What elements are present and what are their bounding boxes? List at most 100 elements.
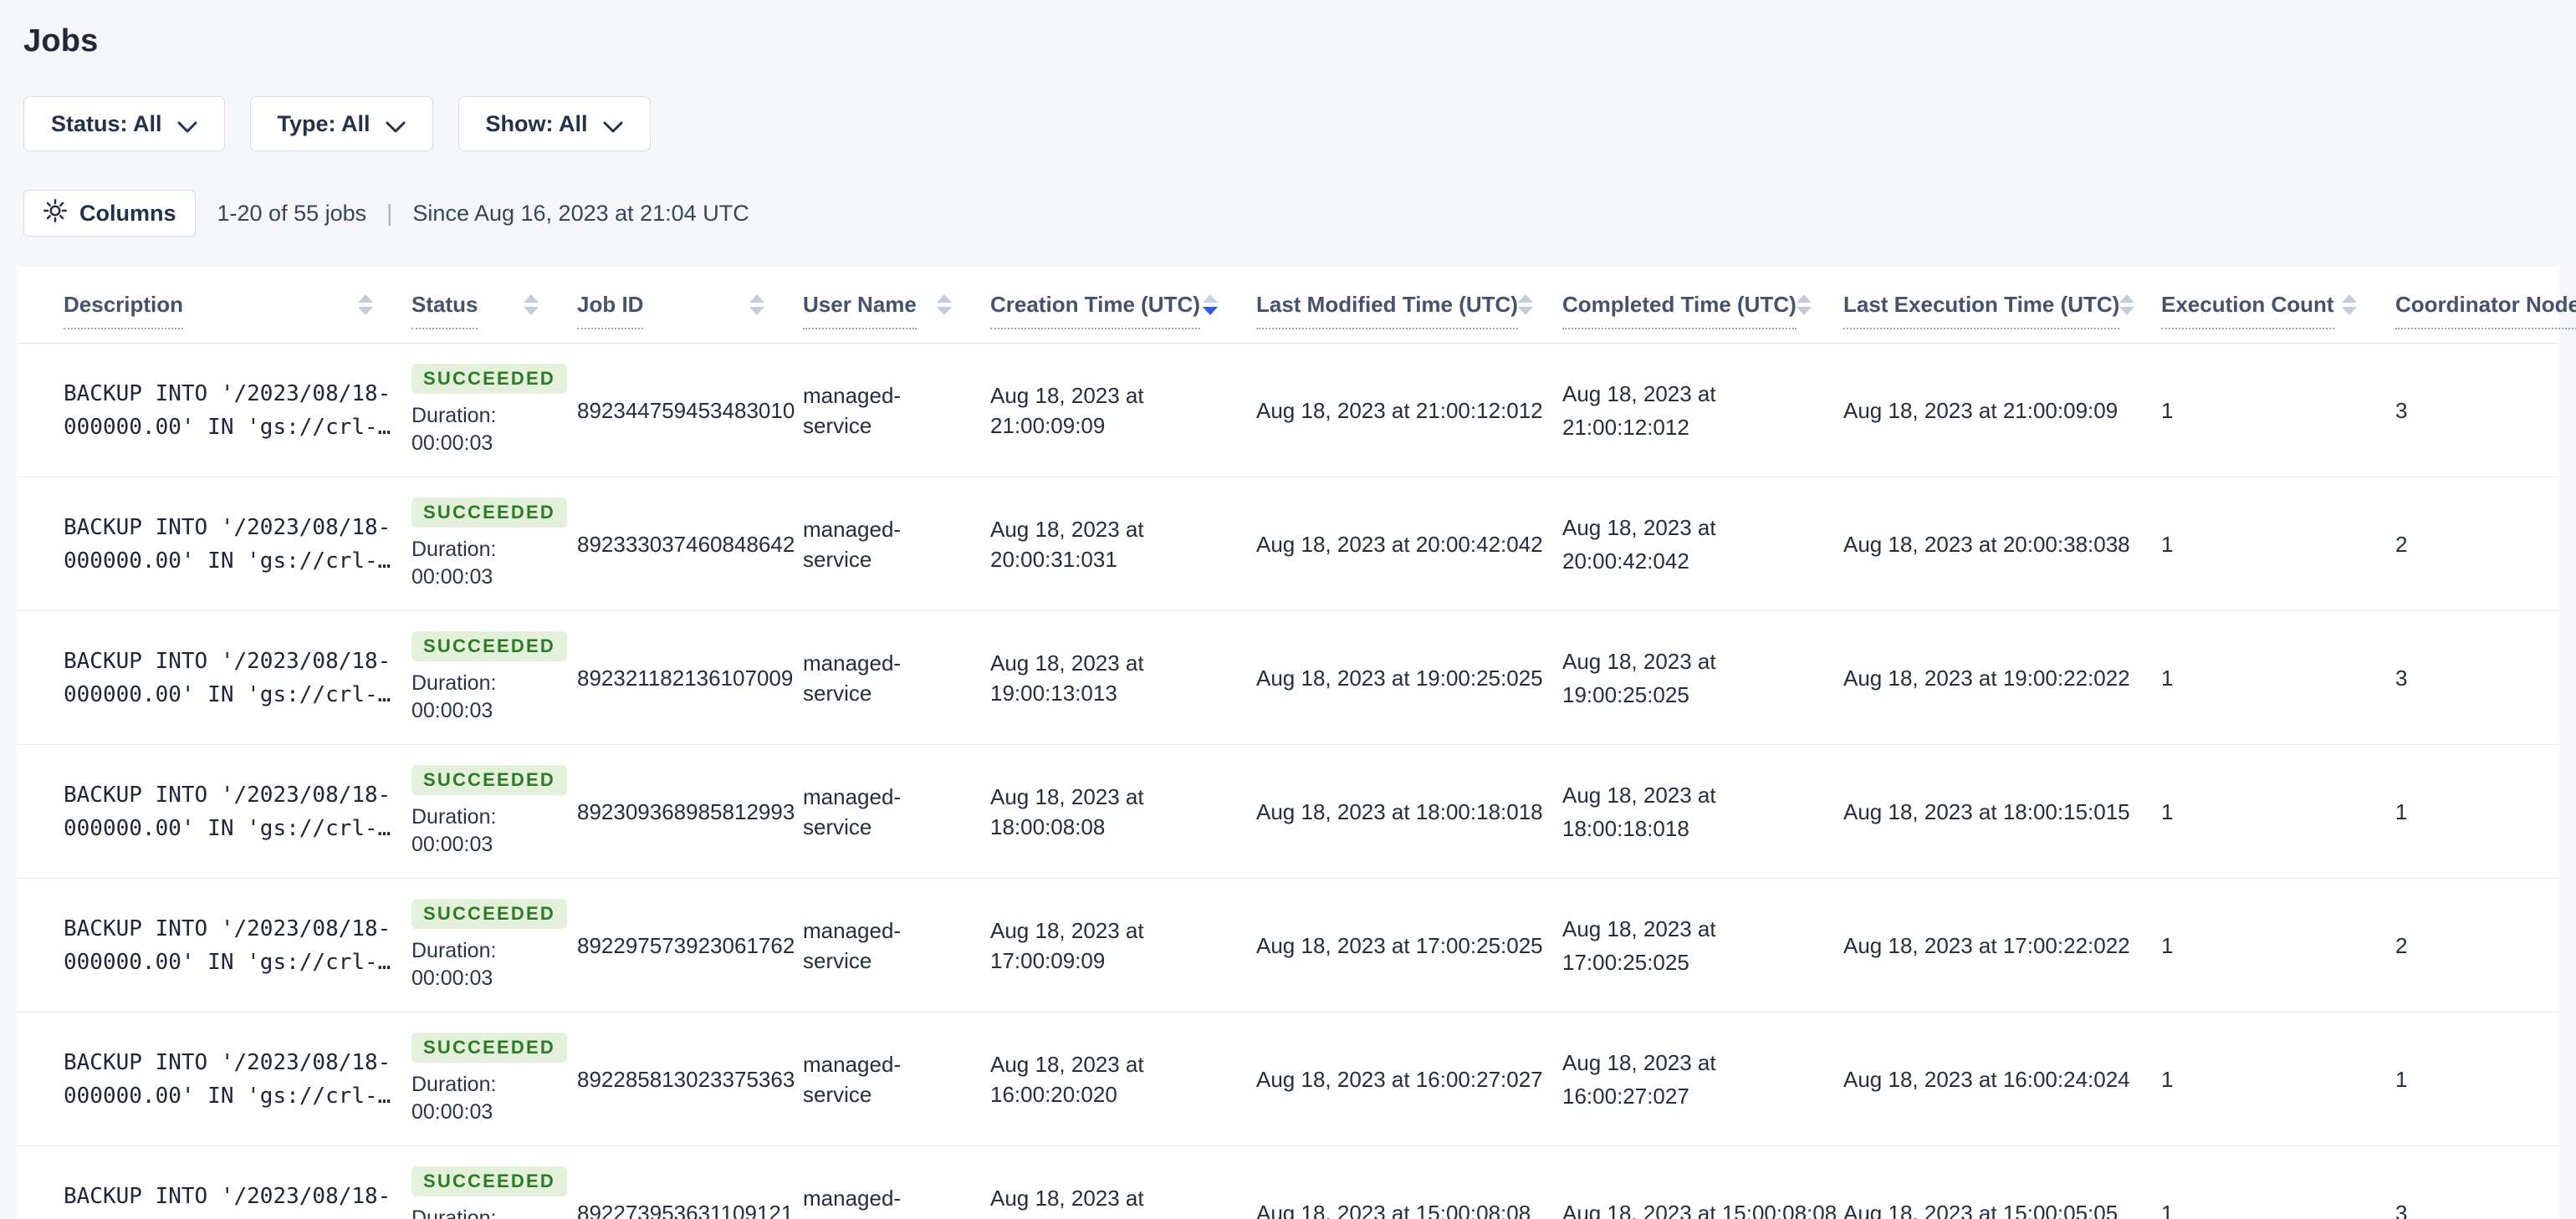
type-filter-dropdown[interactable]: Type: All bbox=[249, 96, 433, 151]
column-header[interactable]: Execution Count bbox=[2161, 267, 2395, 343]
column-header[interactable]: Creation Time (UTC) bbox=[990, 267, 1256, 343]
job-id: 892273953631109121 bbox=[577, 1200, 794, 1219]
status-badge: SUCCEEDED bbox=[411, 898, 567, 929]
duration-value: 00:00:03 bbox=[411, 966, 493, 990]
creation-time-line1: Aug 18, 2023 at bbox=[990, 1185, 1144, 1211]
column-header[interactable]: Job ID bbox=[577, 267, 803, 343]
duration-label: Duration: bbox=[411, 804, 497, 829]
job-id: 892333037460848642 bbox=[577, 531, 795, 557]
creation-time-cell: Aug 18, 2023 at 18:00:08:08 bbox=[990, 745, 1256, 878]
user-name-line1: managed- bbox=[803, 1185, 902, 1211]
last-execution-time-cell: Aug 18, 2023 at 21:00:09:09 bbox=[1843, 344, 2161, 477]
creation-time-line2: 16:00:20:020 bbox=[990, 1081, 1117, 1107]
job-description-line2: 000000.00' IN 'gs://crl-… bbox=[64, 1083, 391, 1109]
sort-arrows-icon bbox=[2119, 294, 2135, 315]
status-filter-dropdown[interactable]: Status: All bbox=[23, 96, 225, 151]
job-id-cell: 892321182136107009 bbox=[577, 611, 803, 744]
sort-arrows-icon bbox=[749, 294, 764, 315]
table-body: BACKUP INTO '/2023/08/18- 000000.00' IN … bbox=[17, 344, 2559, 1219]
completed-time: Aug 18, 2023 at 15:00:08:08 bbox=[1562, 1200, 1837, 1219]
sort-arrows-icon bbox=[937, 294, 952, 315]
duration-label: Duration: bbox=[411, 1072, 497, 1096]
execution-count: 1 bbox=[2161, 1200, 2174, 1219]
execution-count: 1 bbox=[2161, 932, 2174, 958]
user-name-cell: managed- service bbox=[803, 1012, 990, 1145]
chevron-down-icon bbox=[386, 113, 406, 139]
user-name-line2: service bbox=[803, 680, 872, 706]
last-modified-time-cell: Aug 18, 2023 at 21:00:12:012 bbox=[1256, 344, 1562, 477]
completed-time-cell: Aug 18, 2023 at 16:00:27:027 bbox=[1562, 1012, 1843, 1145]
user-name-line2: service bbox=[803, 814, 872, 839]
column-header[interactable]: User Name bbox=[803, 267, 990, 343]
filter-bar: Status: All Type: All Show: All bbox=[23, 96, 2559, 151]
jobs-range-text: 1-20 of 55 jobs bbox=[217, 200, 367, 226]
column-header-label: Last Execution Time (UTC) bbox=[1843, 292, 2120, 329]
coordinator-node: 3 bbox=[2395, 397, 2408, 423]
duration-value: 00:00:03 bbox=[411, 564, 493, 589]
completed-time: Aug 18, 2023 at 18:00:18:018 bbox=[1562, 782, 1716, 841]
job-description-cell[interactable]: BACKUP INTO '/2023/08/18- 000000.00' IN … bbox=[17, 611, 411, 744]
status-badge: SUCCEEDED bbox=[411, 363, 567, 394]
job-description-cell[interactable]: BACKUP INTO '/2023/08/18- 000000.00' IN … bbox=[17, 1012, 411, 1145]
job-id: 892297573923061762 bbox=[577, 932, 795, 958]
column-header[interactable]: Completed Time (UTC) bbox=[1562, 267, 1843, 343]
job-description-cell[interactable]: BACKUP INTO '/2023/08/18- 000000.00' IN … bbox=[17, 745, 411, 878]
column-header-label: Completed Time (UTC) bbox=[1562, 292, 1797, 329]
chevron-down-icon bbox=[177, 113, 197, 139]
last-modified-time-cell: Aug 18, 2023 at 16:00:27:027 bbox=[1256, 1012, 1562, 1145]
job-id-cell: 892273953631109121 bbox=[577, 1146, 803, 1219]
last-execution-time: Aug 18, 2023 at 17:00:22:022 bbox=[1843, 932, 2130, 958]
creation-time-line2: 19:00:13:013 bbox=[990, 680, 1117, 706]
job-description-line2: 000000.00' IN 'gs://crl-… bbox=[64, 1213, 411, 1219]
last-modified-time: Aug 18, 2023 at 18:00:18:018 bbox=[1256, 798, 1543, 824]
job-id-cell: 892285813023375363 bbox=[577, 1012, 803, 1145]
status-badge: SUCCEEDED bbox=[411, 764, 567, 795]
job-status-cell: SUCCEEDED Duration: 00:00:03 bbox=[411, 745, 577, 878]
job-id: 892344759453483010 bbox=[577, 397, 795, 423]
job-description-line1: BACKUP INTO '/2023/08/18- bbox=[64, 1049, 391, 1075]
creation-time-cell: Aug 18, 2023 at 16:00:20:020 bbox=[990, 1012, 1256, 1145]
table-header-row: Description Status Job ID User Name Crea… bbox=[17, 267, 2576, 344]
column-header[interactable]: Status bbox=[411, 267, 577, 343]
coordinator-node: 3 bbox=[2395, 665, 2408, 691]
last-modified-time: Aug 18, 2023 at 21:00:12:012 bbox=[1256, 397, 1543, 423]
show-filter-dropdown[interactable]: Show: All bbox=[457, 96, 651, 151]
job-description-cell[interactable]: BACKUP INTO '/2023/08/18- 000000.00' IN … bbox=[17, 344, 411, 477]
job-description-line1: BACKUP INTO '/2023/08/18- bbox=[64, 1183, 391, 1209]
job-description-line2: 000000.00' IN 'gs://crl-… bbox=[64, 548, 391, 574]
last-modified-time: Aug 18, 2023 at 15:00:08:08 bbox=[1256, 1200, 1531, 1219]
coordinator-node-cell: 2 bbox=[2395, 477, 2559, 610]
user-name-line1: managed- bbox=[803, 783, 902, 809]
job-description-line2: 000000.00' IN 'gs://crl-… bbox=[64, 949, 391, 975]
last-execution-time: Aug 18, 2023 at 21:00:09:09 bbox=[1843, 397, 2119, 423]
completed-time: Aug 18, 2023 at 16:00:27:027 bbox=[1562, 1049, 1716, 1109]
last-execution-time-cell: Aug 18, 2023 at 19:00:22:022 bbox=[1843, 611, 2161, 744]
last-modified-time: Aug 18, 2023 at 17:00:25:025 bbox=[1256, 932, 1543, 958]
job-description-cell[interactable]: BACKUP INTO '/2023/08/18- 000000.00' IN … bbox=[17, 477, 411, 610]
last-modified-time-cell: Aug 18, 2023 at 20:00:42:042 bbox=[1256, 477, 1562, 610]
completed-time-cell: Aug 18, 2023 at 17:00:25:025 bbox=[1562, 879, 1843, 1012]
execution-count: 1 bbox=[2161, 1066, 2174, 1092]
column-header[interactable]: Coordinator Node bbox=[2395, 267, 2576, 343]
creation-time-line2: 20:00:31:031 bbox=[990, 546, 1117, 572]
job-id-cell: 892344759453483010 bbox=[577, 344, 803, 477]
column-header[interactable]: Last Modified Time (UTC) bbox=[1256, 267, 1562, 343]
execution-count-cell: 1 bbox=[2161, 745, 2395, 878]
last-execution-time: Aug 18, 2023 at 19:00:22:022 bbox=[1843, 665, 2130, 691]
creation-time-line1: Aug 18, 2023 at bbox=[990, 382, 1144, 408]
column-header[interactable]: Last Execution Time (UTC) bbox=[1843, 267, 2161, 343]
creation-time-cell: Aug 18, 2023 at 21:00:09:09 bbox=[990, 344, 1256, 477]
job-description-cell[interactable]: BACKUP INTO '/2023/08/18- 000000.00' IN … bbox=[17, 879, 411, 1012]
column-header-label: Execution Count bbox=[2161, 292, 2334, 329]
job-row: BACKUP INTO '/2023/08/18- 000000.00' IN … bbox=[17, 611, 2559, 745]
show-filter-label: Show: All bbox=[485, 110, 588, 136]
execution-count-cell: 1 bbox=[2161, 611, 2395, 744]
last-execution-time: Aug 18, 2023 at 16:00:24:024 bbox=[1843, 1066, 2130, 1092]
job-description-cell[interactable]: BACKUP INTO '/2023/08/18- 000000.00' IN … bbox=[17, 1146, 411, 1219]
column-header-label: Status bbox=[411, 292, 478, 329]
column-header[interactable]: Description bbox=[17, 267, 411, 343]
execution-count-cell: 1 bbox=[2161, 1012, 2395, 1145]
last-modified-time: Aug 18, 2023 at 19:00:25:025 bbox=[1256, 665, 1543, 691]
duration-value: 00:00:03 bbox=[411, 698, 493, 722]
columns-button[interactable]: Columns bbox=[23, 190, 196, 237]
